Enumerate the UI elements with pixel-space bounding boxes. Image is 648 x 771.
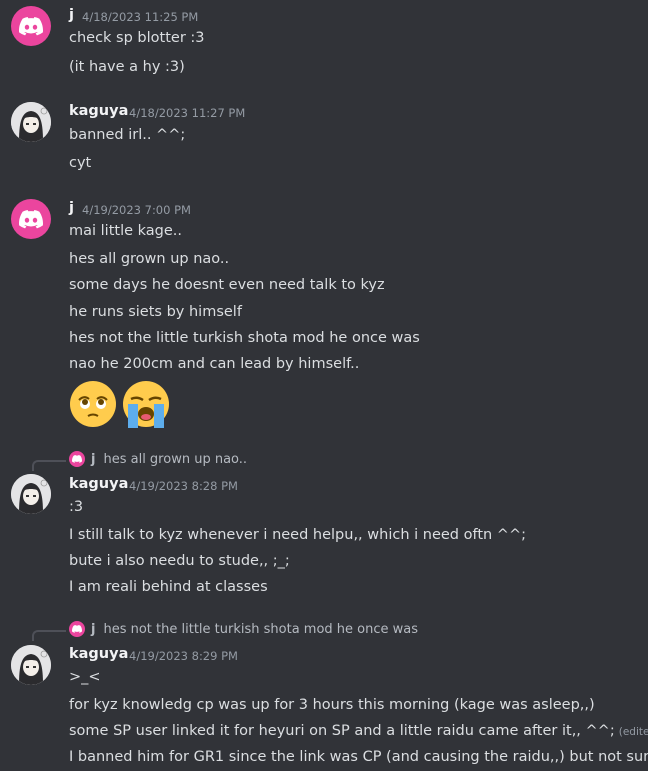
reply-spine — [32, 630, 66, 641]
timestamp: 4/19/2023 8:29 PM — [129, 649, 238, 663]
message-text: mai little kage.. — [69, 223, 183, 239]
timestamp: 4/19/2023 7:00 PM — [82, 203, 191, 217]
message-text: hes not the little turkish shota mod he … — [69, 330, 420, 346]
username[interactable]: kaguya — [69, 476, 128, 492]
message-text: :3 — [69, 499, 84, 515]
message-text: >_< — [69, 669, 101, 685]
message-text: bute i also needu to stude,, ;_; — [69, 553, 290, 569]
message-text: banned irl.. ^^; — [69, 127, 186, 143]
message-text: check sp blotter :3 — [69, 30, 205, 46]
message-text: for kyz knowledg cp was up for 3 hours t… — [69, 697, 595, 713]
reply-author[interactable]: j — [91, 622, 95, 637]
username[interactable]: kaguya — [69, 103, 128, 119]
message-text: (it have a hy :3) — [69, 59, 185, 75]
anime-girl-avatar-icon — [11, 645, 51, 685]
reply-text[interactable]: hes all grown up nao.. — [103, 452, 247, 467]
message-text-content: some SP user linked it for heyuri on SP … — [69, 723, 615, 739]
timestamp: 4/18/2023 11:25 PM — [82, 10, 199, 24]
message-text: some days he doesnt even need talk to ky… — [69, 277, 385, 293]
username[interactable]: kaguya — [69, 646, 128, 662]
reply-text[interactable]: hes not the little turkish shota mod he … — [103, 622, 418, 637]
discord-logo-icon — [72, 455, 82, 463]
avatar[interactable] — [11, 645, 51, 685]
message-text: I am reali behind at classes — [69, 579, 268, 595]
avatar[interactable] — [11, 6, 51, 46]
message-text: I banned him for GR1 since the link was … — [69, 749, 648, 765]
edited-label: (edited) — [618, 726, 648, 738]
avatar[interactable] — [11, 474, 51, 514]
username[interactable]: j — [69, 7, 74, 23]
timestamp: 4/19/2023 8:28 PM — [129, 479, 238, 493]
reply-avatar — [69, 451, 85, 467]
message-text: nao he 200cm and can lead by himself.. — [69, 356, 360, 372]
message-text: some SP user linked it for heyuri on SP … — [69, 723, 648, 739]
message-text: I still talk to kyz whenever i need help… — [69, 527, 526, 543]
discord-logo-icon — [19, 209, 43, 228]
anime-girl-avatar-icon — [11, 474, 51, 514]
avatar[interactable] — [11, 102, 51, 142]
timestamp: 4/18/2023 11:27 PM — [129, 106, 246, 120]
avatar[interactable] — [11, 199, 51, 239]
reply-preview[interactable]: j hes all grown up nao.. — [69, 451, 247, 467]
loudly-crying-face-emoji[interactable] — [122, 380, 170, 428]
discord-logo-icon — [19, 16, 43, 35]
username[interactable]: j — [69, 200, 74, 216]
face-holding-back-tears-emoji[interactable] — [69, 380, 117, 428]
reply-avatar — [69, 621, 85, 637]
message-text: hes all grown up nao.. — [69, 251, 230, 267]
reply-author[interactable]: j — [91, 452, 95, 467]
discord-logo-icon — [72, 625, 82, 633]
message-text: cyt — [69, 155, 92, 171]
anime-girl-avatar-icon — [11, 102, 51, 142]
reply-spine — [32, 460, 66, 471]
message-text: he runs siets by himself — [69, 304, 242, 320]
reply-preview[interactable]: j hes not the little turkish shota mod h… — [69, 621, 418, 637]
